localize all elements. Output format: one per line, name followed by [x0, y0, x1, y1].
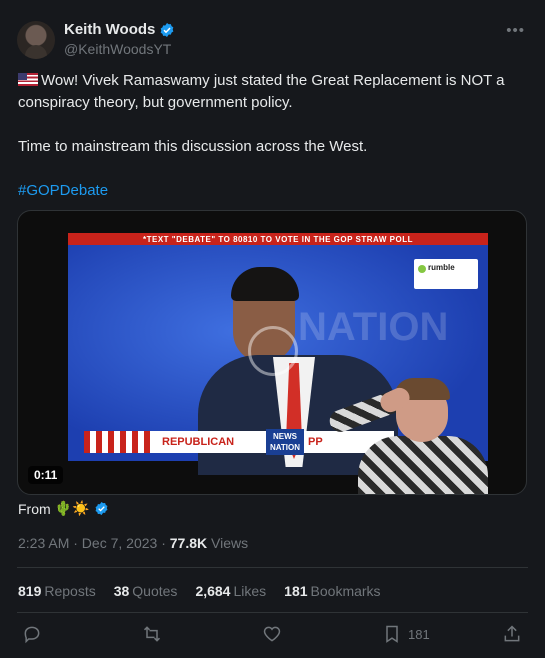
tweet-timestamp[interactable]: 2:23 AM · Dec 7, 2023 ·: [18, 535, 170, 551]
quotes-stat[interactable]: 38 Quotes: [114, 583, 178, 599]
hashtag-link[interactable]: #GOPDebate: [18, 182, 108, 199]
tweet-card: Keith Woods @KeithWoodsYT ••• Wow! Vivek…: [0, 0, 545, 658]
bookmarks-count: 181: [284, 583, 308, 599]
reply-icon: [24, 626, 40, 644]
verified-badge-icon: [95, 501, 107, 516]
lower-third-flag: [84, 431, 154, 453]
verified-badge-icon: [161, 22, 174, 37]
us-flag-icon: [18, 73, 38, 86]
video-player[interactable]: *TEXT "DEBATE" TO 80810 TO VOTE IN THE G…: [17, 210, 527, 495]
news-nation-logo: NEWS NATION: [266, 429, 304, 455]
from-emoji[interactable]: 🌵☀️: [55, 500, 90, 517]
tweet-meta: 2:23 AM · Dec 7, 2023 · 77.8K Views: [18, 535, 248, 551]
tweet-line-2: Time to mainstream this discussion acros…: [18, 138, 368, 155]
views-count: 77.8K: [169, 535, 208, 551]
divider: [17, 567, 528, 568]
engagement-stats: 819 Reposts 38 Quotes 2,684 Likes 181 Bookma…: [18, 583, 381, 599]
likes-label: Likes: [233, 583, 267, 599]
heart-icon: [263, 626, 281, 642]
divider: [17, 612, 528, 613]
reposts-stat[interactable]: 819 Reposts: [18, 583, 96, 599]
play-icon[interactable]: [248, 326, 298, 376]
action-bar: 181: [0, 622, 545, 650]
from-row: From 🌵☀️: [18, 500, 109, 517]
tweet-text: Wow! Vivek Ramaswamy just stated the Gre…: [18, 70, 528, 202]
handle[interactable]: @KeithWoodsYT: [64, 41, 171, 57]
repost-icon: [143, 626, 161, 642]
more-horizontal-icon[interactable]: •••: [506, 22, 525, 39]
video-duration: 0:11: [28, 466, 64, 484]
tweet-line-1: Wow! Vivek Ramaswamy just stated the Gre…: [18, 72, 505, 111]
reposts-count: 819: [18, 583, 42, 599]
bookmark-button[interactable]: 181: [382, 622, 430, 646]
repost-button[interactable]: [142, 622, 162, 646]
views-label: Views: [207, 535, 249, 551]
bookmark-icon: [386, 625, 398, 643]
display-name[interactable]: Keith Woods: [64, 21, 155, 38]
avatar[interactable]: [17, 21, 55, 59]
reply-button[interactable]: [22, 622, 42, 646]
lower-third-left: REPUBLICAN: [162, 436, 235, 448]
like-button[interactable]: [262, 622, 282, 646]
bookmarks-label: Bookmarks: [310, 583, 381, 599]
reposts-label: Reposts: [44, 583, 96, 599]
rumble-logo: rumble: [414, 259, 478, 289]
likes-count: 2,684: [195, 583, 231, 599]
bookmarks-stat[interactable]: 181 Bookmarks: [284, 583, 380, 599]
quotes-label: Quotes: [132, 583, 178, 599]
from-label: From: [18, 500, 51, 517]
share-button[interactable]: [502, 622, 522, 646]
video-banner: *TEXT "DEBATE" TO 80810 TO VOTE IN THE G…: [68, 233, 488, 245]
quotes-count: 38: [113, 583, 130, 599]
video-watermark: NATION: [298, 305, 449, 349]
streamer-body: [358, 436, 488, 494]
likes-stat[interactable]: 2,684 Likes: [195, 583, 266, 599]
streamer-overlay: [318, 376, 488, 494]
speaker-hair: [231, 267, 299, 301]
author-name-row: Keith Woods: [64, 21, 175, 38]
bookmark-count: 181: [408, 626, 430, 642]
share-icon: [504, 625, 520, 642]
